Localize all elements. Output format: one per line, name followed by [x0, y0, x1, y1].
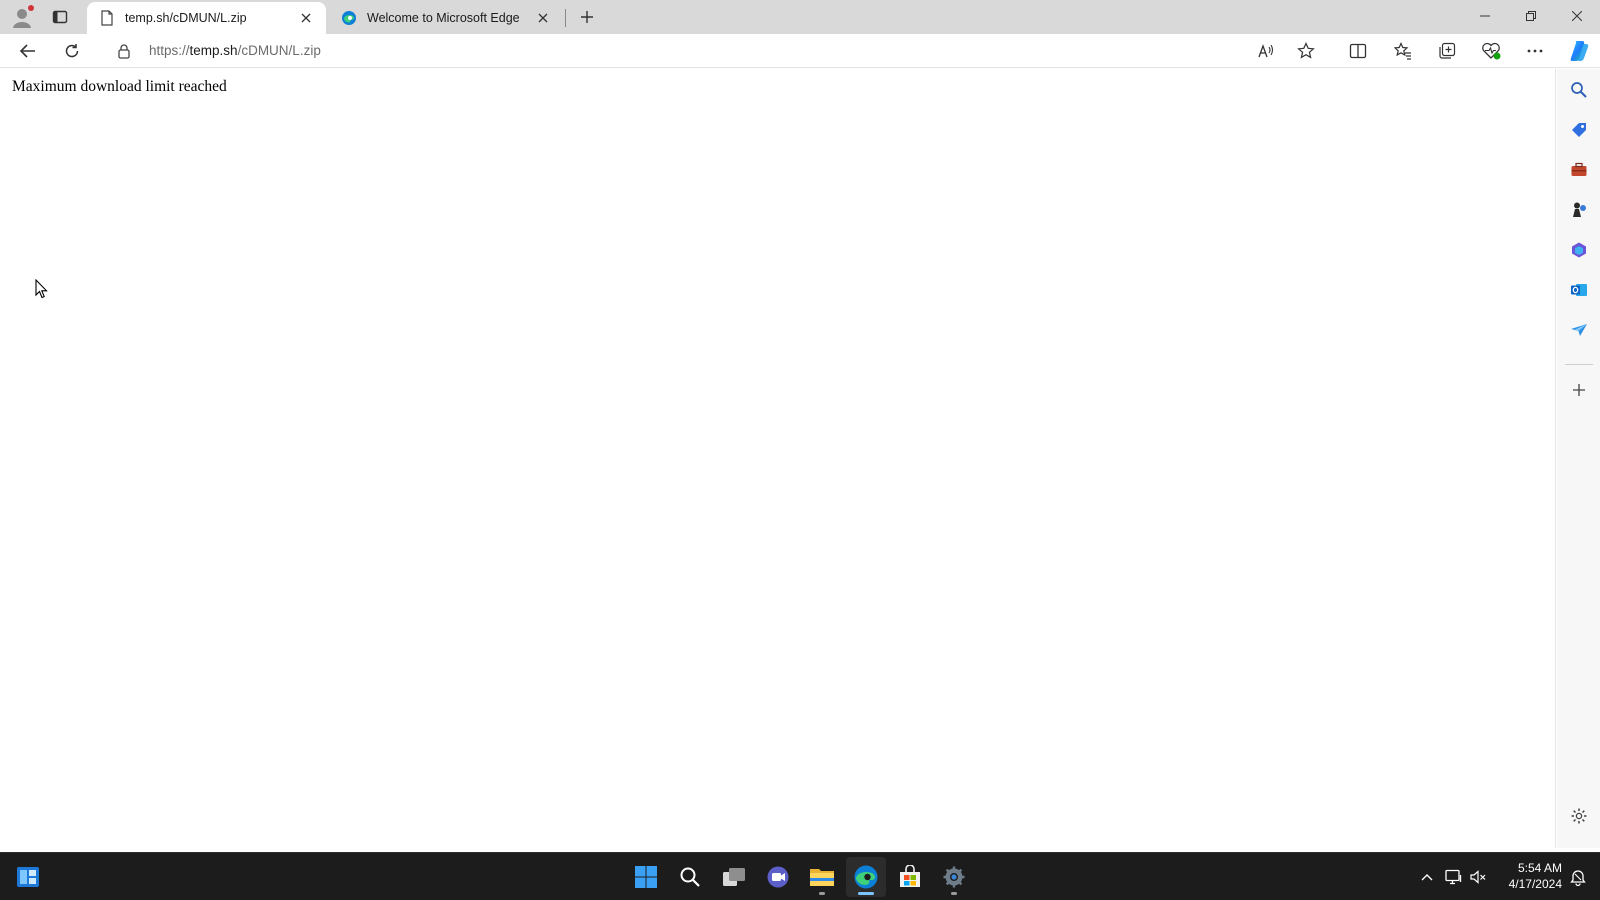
notifications-bell-icon[interactable]: [1566, 861, 1590, 893]
minimize-icon[interactable]: [1462, 0, 1508, 32]
url-path: /cDMUN/L.zip: [237, 43, 321, 58]
url-host: temp.sh: [189, 43, 238, 58]
browser-essentials-icon[interactable]: [1477, 37, 1505, 65]
address-bar[interactable]: https://temp.sh/cDMUN/L.zip: [104, 36, 1330, 66]
tab-strip: temp.sh/cDMUN/L.zip Welcome to Microsoft…: [0, 0, 1600, 34]
download-limit-message: Maximum download limit reached: [12, 78, 227, 95]
collections-icon[interactable]: [1433, 37, 1461, 65]
running-indicator: [951, 892, 957, 895]
teams-chat-icon[interactable]: [758, 857, 798, 897]
favorite-star-icon[interactable]: [1292, 37, 1320, 65]
lock-icon[interactable]: [116, 43, 132, 59]
page-icon: [99, 10, 115, 26]
favorites-icon[interactable]: [1389, 37, 1417, 65]
volume-muted-icon[interactable]: [1466, 861, 1490, 893]
url-prefix: https://: [149, 43, 190, 58]
split-screen-icon[interactable]: [1344, 37, 1372, 65]
more-icon[interactable]: [1521, 37, 1549, 65]
search-icon[interactable]: [1565, 76, 1593, 104]
profile-avatar-icon[interactable]: [10, 4, 36, 30]
page-viewport: Maximum download limit reached: [4, 69, 1556, 848]
tab-inactive[interactable]: Welcome to Microsoft Edge: [329, 2, 563, 34]
copilot-icon[interactable]: [1565, 37, 1593, 65]
close-icon[interactable]: [1554, 0, 1600, 32]
tab-actions-menu-icon[interactable]: [48, 5, 72, 29]
search-icon[interactable]: [670, 857, 710, 897]
refresh-icon[interactable]: [58, 37, 86, 65]
add-icon[interactable]: [1565, 376, 1593, 404]
tab-active[interactable]: temp.sh/cDMUN/L.zip: [87, 2, 326, 34]
widgets-icon[interactable]: [8, 857, 48, 897]
outlook-icon[interactable]: [1565, 276, 1593, 304]
url-text[interactable]: https://temp.sh/cDMUN/L.zip: [149, 43, 321, 58]
new-tab-icon[interactable]: [575, 5, 599, 29]
restore-icon[interactable]: [1508, 0, 1554, 32]
shopping-tag-icon[interactable]: [1565, 116, 1593, 144]
settings-icon[interactable]: [934, 857, 974, 897]
edge-logo-icon: [341, 10, 357, 26]
mouse-pointer-icon: [35, 278, 49, 299]
tab-title: Welcome to Microsoft Edge: [367, 11, 520, 25]
sidebar-divider: [1565, 364, 1593, 365]
taskbar-clock[interactable]: 5:54 AM 4/17/2024: [1496, 860, 1562, 892]
browser-toolbar: https://temp.sh/cDMUN/L.zip: [0, 34, 1600, 68]
settings-gear-icon[interactable]: [1565, 802, 1593, 830]
clock-date: 4/17/2024: [1508, 877, 1562, 891]
back-arrow-icon[interactable]: [14, 37, 42, 65]
drop-icon[interactable]: [1565, 316, 1593, 344]
active-indicator: [858, 892, 874, 895]
microsoft-365-icon[interactable]: [1565, 236, 1593, 264]
edge-icon[interactable]: [846, 857, 886, 897]
task-view-icon[interactable]: [714, 857, 754, 897]
show-hidden-icons-chevron-icon[interactable]: [1415, 861, 1439, 893]
read-aloud-icon[interactable]: [1252, 37, 1280, 65]
store-icon[interactable]: [890, 857, 930, 897]
tools-briefcase-icon[interactable]: [1565, 156, 1593, 184]
close-tab-icon[interactable]: [533, 8, 553, 28]
clock-time: 5:54 AM: [1517, 861, 1562, 875]
running-indicator: [819, 892, 825, 895]
start-windows-icon[interactable]: [626, 857, 666, 897]
tab-separator: [565, 9, 566, 27]
network-icon[interactable]: [1442, 861, 1466, 893]
games-icon[interactable]: [1565, 196, 1593, 224]
file-explorer-icon[interactable]: [802, 857, 842, 897]
edge-sidebar: [1557, 69, 1600, 848]
tab-title: temp.sh/cDMUN/L.zip: [125, 11, 247, 25]
close-tab-icon[interactable]: [296, 8, 316, 28]
windows-taskbar: 5:54 AM 4/17/2024: [0, 852, 1600, 900]
